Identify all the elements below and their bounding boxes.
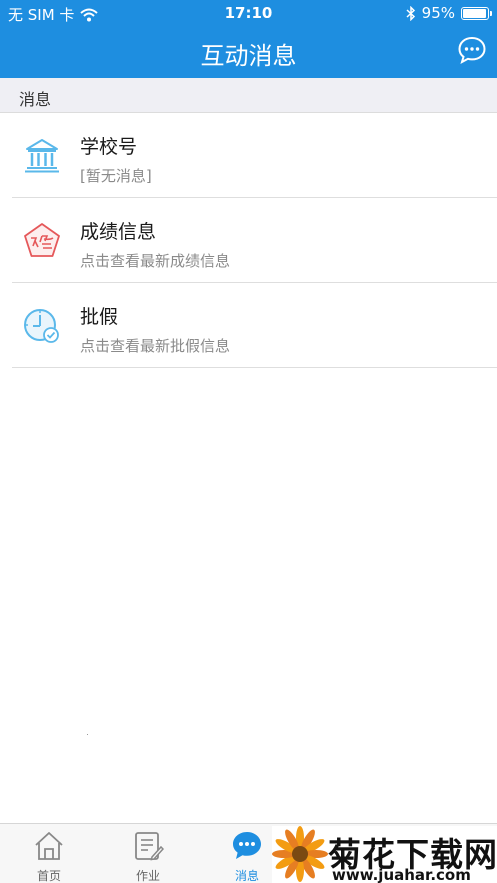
- status-bar: 无 SIM 卡 17:10 95%: [0, 0, 497, 26]
- home-icon: [35, 832, 63, 860]
- message-subtitle: [暂无消息]: [80, 167, 152, 185]
- battery-icon: [461, 6, 492, 20]
- list-item-leave[interactable]: 批假 点击查看最新批假信息: [0, 283, 497, 368]
- homework-icon: [135, 832, 164, 861]
- clock-check-icon: [24, 309, 59, 343]
- message-list: 学校号 [暂无消息] 成绩信息 点击查看最新成绩信息 批假 点击查看最新批假信息: [0, 113, 497, 368]
- status-right: 95%: [406, 4, 492, 22]
- message-title: 批假: [80, 306, 119, 328]
- section-header: 消息: [0, 78, 497, 113]
- message-subtitle: 点击查看最新批假信息: [80, 337, 231, 355]
- flower-logo-icon: [272, 826, 328, 882]
- message-title: 学校号: [80, 136, 138, 158]
- message-subtitle: 点击查看最新成绩信息: [80, 252, 231, 270]
- watermark-url: www.juahar.com: [332, 866, 471, 883]
- school-icon: [25, 139, 59, 173]
- list-item-school[interactable]: 学校号 [暂无消息]: [0, 113, 497, 198]
- chat-icon[interactable]: [457, 35, 487, 65]
- tab-home[interactable]: 首页: [9, 824, 89, 883]
- stray-dot: [87, 734, 88, 735]
- message-title: 成绩信息: [80, 221, 157, 243]
- page-title: 互动消息: [200, 42, 297, 70]
- tab-label: 作业: [135, 869, 160, 883]
- list-item-grades[interactable]: 成绩信息 点击查看最新成绩信息: [0, 198, 497, 283]
- battery-percent: 95%: [421, 4, 455, 22]
- bluetooth-icon: [406, 5, 415, 21]
- section-label: 消息: [19, 90, 52, 109]
- watermark: 菊花下载网 www.juahar.com: [272, 826, 497, 883]
- grade-icon: [24, 223, 60, 257]
- message-bubble-icon: [233, 832, 261, 859]
- battery-fill: [463, 8, 486, 18]
- tab-label: 首页: [36, 869, 61, 883]
- tab-homework[interactable]: 作业: [108, 824, 188, 883]
- nav-bar: 互动消息: [0, 26, 497, 78]
